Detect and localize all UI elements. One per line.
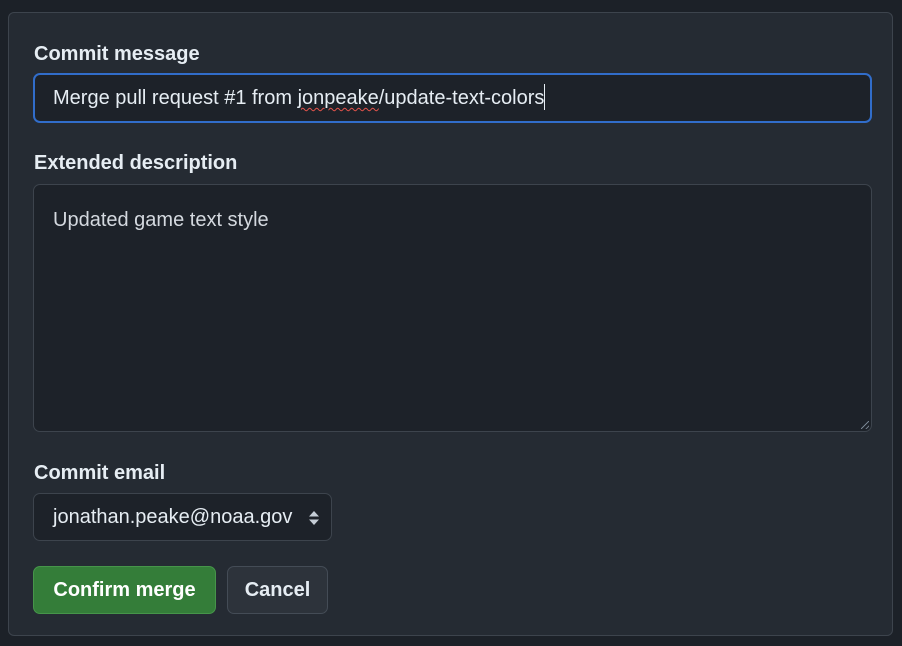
commit-message-input[interactable]: Merge pull request #1 from jonpeake/upda… <box>33 73 872 123</box>
confirm-merge-button[interactable]: Confirm merge <box>33 566 216 614</box>
merge-commit-form: Commit message Merge pull request #1 fro… <box>8 12 893 636</box>
extended-description-text: Updated game text style <box>53 209 269 231</box>
commit-email-select[interactable]: jonathan.peake@noaa.gov <box>33 493 332 541</box>
commit-message-text-end: /update-text-colors <box>378 87 545 109</box>
cancel-button[interactable]: Cancel <box>227 566 328 614</box>
select-updown-icon <box>309 511 319 525</box>
spellcheck-flagged-word: jonpeake <box>297 87 379 109</box>
resize-grip-icon[interactable] <box>861 421 869 429</box>
commit-message-label: Commit message <box>34 43 200 65</box>
text-caret <box>544 84 546 110</box>
commit-email-label: Commit email <box>34 462 166 484</box>
commit-message-text: Merge pull request #1 from <box>53 87 298 109</box>
extended-description-label: Extended description <box>34 152 238 174</box>
extended-description-textarea[interactable]: Updated game text style <box>33 184 872 432</box>
commit-email-value: jonathan.peake@noaa.gov <box>53 506 293 528</box>
